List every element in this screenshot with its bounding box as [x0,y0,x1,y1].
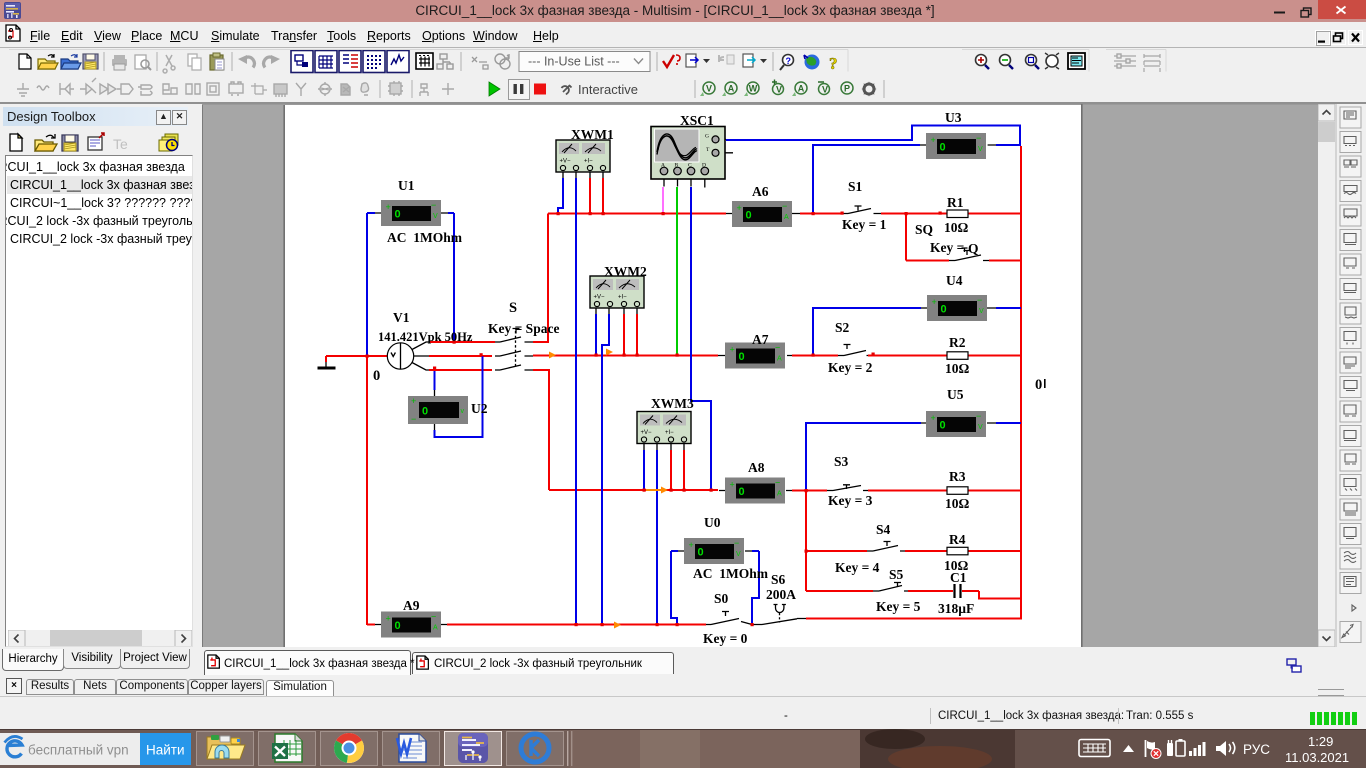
svg-text:U5: U5 [947,387,964,402]
svg-text:S2: S2 [835,320,850,335]
svg-text:SQ: SQ [915,222,933,237]
svg-text:Key = 1: Key = 1 [842,217,887,232]
svg-text:B: B [675,163,679,169]
svg-text:V: V [433,213,438,220]
svg-text:U2: U2 [471,401,488,416]
svg-text:141.421Vpk 50Hz: 141.421Vpk 50Hz [378,330,473,344]
svg-text:XWM2: XWM2 [604,264,647,279]
svg-text:A: A [777,356,782,363]
svg-text:S: S [509,300,517,316]
svg-text:0: 0 [1035,377,1042,393]
svg-text:A9: A9 [403,598,420,613]
svg-text:Key = Space: Key = Space [488,321,559,336]
svg-text:?: ? [829,54,838,73]
svg-text:V: V [978,424,983,431]
svg-text:1:29: 1:29 [1308,734,1333,749]
svg-text:Key = 0: Key = 0 [703,631,748,646]
svg-text:A: A [777,491,782,498]
svg-text:S3: S3 [834,454,849,469]
svg-text:A8: A8 [748,460,765,475]
svg-text:A: A [433,625,438,632]
svg-text:Найти: Найти [146,743,185,758]
svg-text:D: D [702,163,706,169]
svg-text:Key =: Key = [930,240,964,255]
svg-text:Interactive: Interactive [578,82,638,97]
svg-text:A: A [728,84,735,94]
svg-text:Key = 5: Key = 5 [876,599,921,614]
svg-text:S5: S5 [889,567,904,582]
svg-text:U0: U0 [704,515,721,530]
svg-text:XSC1: XSC1 [680,113,714,128]
svg-text:A: A [798,84,805,94]
svg-text:10Ω: 10Ω [944,220,969,235]
svg-text:V: V [706,84,712,94]
svg-text:C1: C1 [950,570,967,585]
svg-text:V: V [979,308,984,315]
svg-text:S0: S0 [714,591,729,606]
svg-text:S1: S1 [848,179,863,194]
svg-text:V: V [822,85,828,95]
svg-text:A6: A6 [752,184,769,199]
svg-text:Q: Q [968,241,979,256]
svg-text:?: ? [786,56,792,66]
svg-text:XWM1: XWM1 [571,127,614,142]
svg-text:Key = 3: Key = 3 [828,493,873,508]
svg-text:R4: R4 [949,532,966,547]
svg-text:10Ω: 10Ω [945,361,970,376]
svg-text:−: − [411,414,416,424]
svg-text:РУС: РУС [1243,742,1270,757]
svg-text:318µF: 318µF [938,601,974,616]
svg-text:V: V [736,551,741,558]
svg-text:R3: R3 [949,469,966,484]
svg-text:A: A [784,214,789,221]
svg-text:--- In-Use List ---: --- In-Use List --- [528,55,620,69]
svg-text:S4: S4 [876,522,891,537]
svg-text:V: V [776,85,782,95]
svg-text:U4: U4 [946,273,963,288]
svg-text:R2: R2 [949,335,966,350]
svg-text:11.03.2021: 11.03.2021 [1285,750,1349,765]
svg-text:0: 0 [422,406,428,418]
svg-text:AC 1MOhm: AC 1MOhm [693,566,769,581]
svg-text:U3: U3 [945,110,962,125]
svg-text:v: v [461,408,465,415]
svg-text:U1: U1 [398,178,415,193]
svg-text:S6: S6 [771,572,786,587]
svg-text:XWM3: XWM3 [651,396,694,411]
svg-text:A7: A7 [752,332,769,347]
svg-text:R1: R1 [947,195,964,210]
svg-text:V1: V1 [393,310,410,325]
svg-text:V: V [978,146,983,153]
svg-text:C: C [688,163,692,169]
svg-text:+: + [411,396,416,406]
svg-text:AC 1MOhm: AC 1MOhm [387,230,463,245]
svg-text:10Ω: 10Ω [945,496,970,511]
svg-text:Te: Te [113,136,128,152]
svg-text:бесплатный vpn: бесплатный vpn [28,743,129,758]
svg-text:W: W [749,84,758,94]
svg-text:200A: 200A [766,587,796,602]
svg-text:G: G [705,134,709,140]
svg-text:P: P [844,84,850,94]
svg-text:Key = 4: Key = 4 [835,560,880,575]
svg-text:A: A [661,163,665,169]
svg-text:Key = 2: Key = 2 [828,360,873,375]
svg-text:0: 0 [373,368,380,384]
